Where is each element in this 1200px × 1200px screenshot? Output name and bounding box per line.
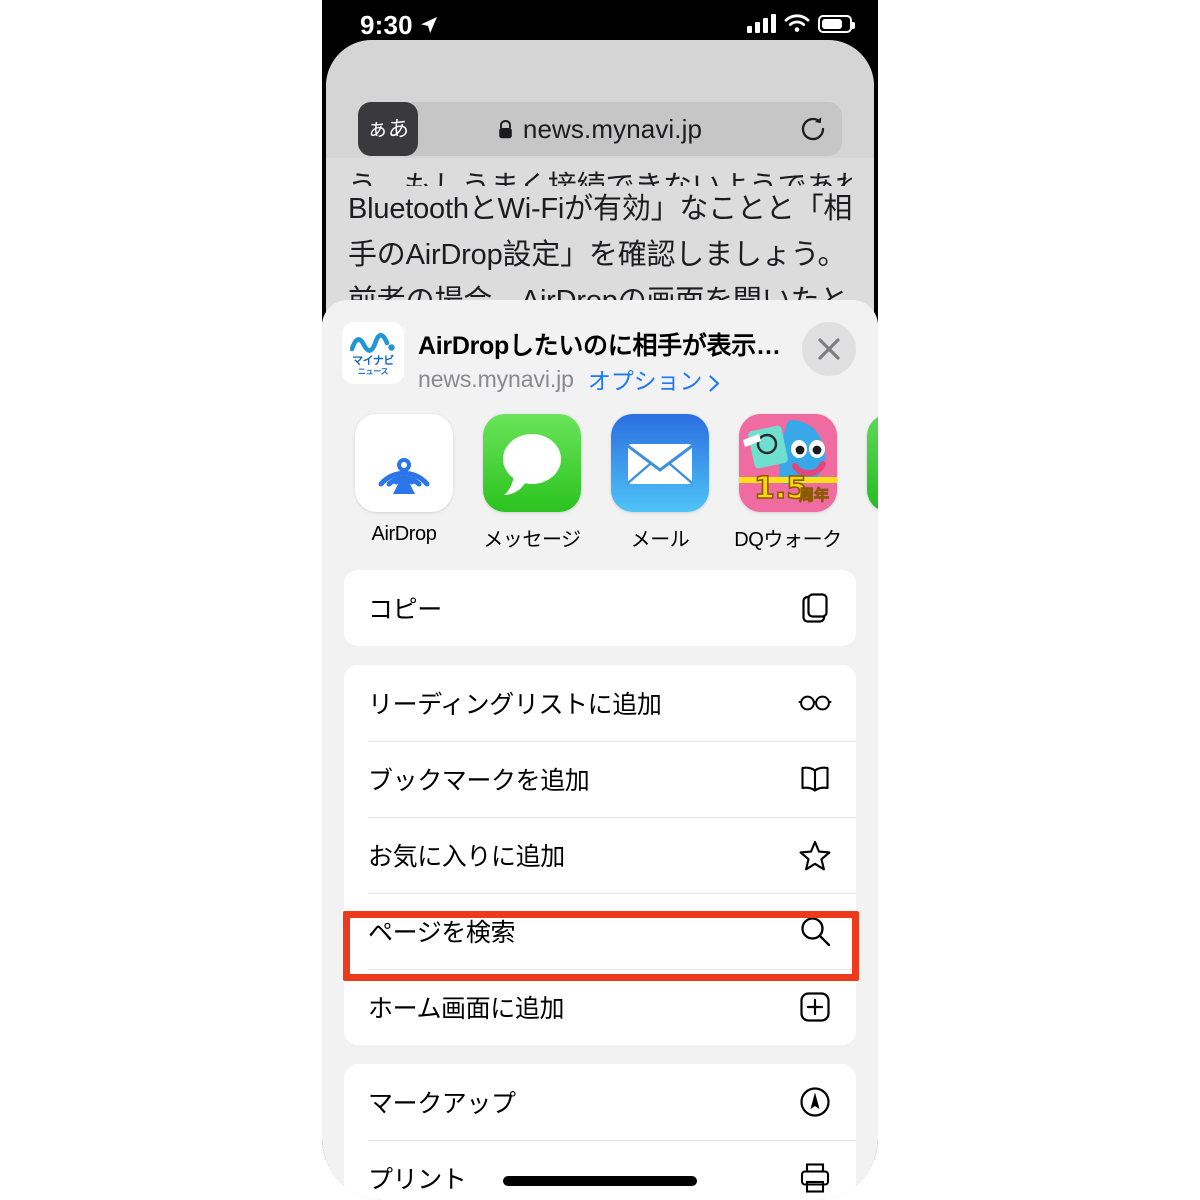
action-label: マークアップ bbox=[368, 1090, 516, 1118]
url-bar[interactable]: ぁあ news.mynavi.jp bbox=[358, 102, 842, 156]
home-indicator[interactable] bbox=[503, 1176, 697, 1186]
url-display[interactable]: news.mynavi.jp bbox=[358, 102, 842, 156]
action-label: お気に入りに追加 bbox=[368, 843, 565, 871]
mail-icon bbox=[611, 414, 709, 512]
share-app-dq-walk[interactable]: 1.5 周年 DQウォーク bbox=[724, 404, 852, 552]
share-app-messages[interactable]: メッセージ bbox=[468, 404, 596, 552]
share-options-button[interactable]: オプション bbox=[588, 362, 721, 396]
screenshot-canvas: ぁあ news.mynavi.jp BluetoothとWi-Fiが有効」なこと… bbox=[0, 0, 1200, 1200]
messages-icon bbox=[483, 414, 581, 512]
close-icon bbox=[817, 337, 841, 361]
search-icon bbox=[798, 914, 832, 948]
action-row-find-on-page[interactable]: ページを検索 bbox=[344, 893, 856, 969]
printer-icon bbox=[798, 1161, 832, 1195]
share-app-label: メッセージ bbox=[483, 529, 581, 551]
action-row-markup[interactable]: マークアップ bbox=[344, 1064, 856, 1140]
page-text-line: BluetoothとWi-Fiが有効」なことと「相 bbox=[348, 193, 853, 225]
action-label: ページを検索 bbox=[368, 919, 516, 947]
action-group: コピー bbox=[344, 570, 856, 646]
share-sheet-title: AirDropしたいのに相手が表示されませ… bbox=[418, 332, 798, 360]
safari-toolbar: ぁあ news.mynavi.jp bbox=[326, 40, 874, 158]
share-app-label: AirDrop bbox=[371, 523, 437, 545]
share-sheet-header: マイナビ ニュース AirDropしたいのに相手が表示されませ… news.my… bbox=[322, 300, 878, 404]
battery-icon bbox=[818, 15, 855, 33]
svg-text:周年: 周年 bbox=[799, 486, 829, 504]
status-time: 9:30 bbox=[360, 10, 413, 40]
share-sheet-subtitle-row: news.mynavi.jp オプション bbox=[418, 362, 720, 396]
mynavi-news-favicon: マイナビ ニュース bbox=[342, 322, 404, 384]
green-app-icon bbox=[867, 414, 878, 512]
phone-device-frame: ぁあ news.mynavi.jp BluetoothとWi-Fiが有効」なこと… bbox=[322, 0, 878, 1200]
action-label: リーディングリストに追加 bbox=[368, 691, 662, 719]
share-app-label: DQウォーク bbox=[734, 529, 842, 551]
star-icon bbox=[798, 838, 832, 872]
close-button[interactable] bbox=[802, 322, 856, 376]
mynavi-logo-mark bbox=[349, 332, 396, 354]
action-label: ブックマークを追加 bbox=[368, 767, 590, 795]
share-sheet: マイナビ ニュース AirDropしたいのに相手が表示されませ… news.my… bbox=[322, 300, 878, 1200]
share-sheet-domain: news.mynavi.jp bbox=[418, 365, 574, 392]
share-app-airdrop[interactable]: AirDrop bbox=[340, 404, 468, 546]
page-text-line: 手のAirDrop設定」を確認しましょう。 bbox=[348, 239, 847, 271]
share-app-row[interactable]: AirDrop メッセージ メール 1.5 周年 DQウォーク bbox=[322, 404, 878, 560]
share-action-area: コピー リーディングリストに追加 ブックマークを追加 お気に入りに追加 ページを… bbox=[322, 560, 878, 1200]
copy-icon bbox=[798, 591, 832, 625]
page-text-line: う。もしうまく接続できないようであれば、「自分の bbox=[348, 164, 852, 186]
share-options-label: オプション bbox=[587, 368, 703, 394]
share-app-green[interactable]: W bbox=[852, 404, 878, 546]
action-row-print[interactable]: プリント bbox=[344, 1140, 856, 1200]
action-row-add-bookmark[interactable]: ブックマークを追加 bbox=[344, 741, 856, 817]
share-app-label: メール bbox=[630, 529, 690, 551]
favicon-word-primary: マイナビ bbox=[352, 354, 394, 367]
action-label: ホーム画面に追加 bbox=[368, 995, 565, 1023]
reload-icon[interactable] bbox=[800, 116, 826, 142]
action-row-add-favorite[interactable]: お気に入りに追加 bbox=[344, 817, 856, 893]
airdrop-icon bbox=[355, 414, 453, 512]
share-app-mail[interactable]: メール bbox=[596, 404, 724, 552]
glasses-icon bbox=[798, 686, 832, 720]
cellular-signal-icon bbox=[747, 13, 776, 33]
action-row-reading-list[interactable]: リーディングリストに追加 bbox=[344, 665, 856, 741]
action-row-add-to-home[interactable]: ホーム画面に追加 bbox=[344, 969, 856, 1045]
url-text: news.mynavi.jp bbox=[522, 113, 703, 144]
book-icon bbox=[798, 762, 832, 796]
chevron-right-icon bbox=[709, 371, 720, 392]
location-arrow-icon bbox=[420, 16, 438, 34]
lock-icon bbox=[498, 119, 513, 139]
markup-icon bbox=[798, 1085, 832, 1119]
dq-walk-icon: 1.5 周年 bbox=[739, 414, 837, 512]
action-label: コピー bbox=[368, 596, 442, 624]
favicon-word-secondary: ニュース bbox=[357, 366, 389, 376]
action-group: リーディングリストに追加 ブックマークを追加 お気に入りに追加 ページを検索 ホ… bbox=[344, 665, 856, 1045]
action-row-copy[interactable]: コピー bbox=[344, 570, 856, 646]
status-indicators bbox=[747, 13, 855, 33]
wifi-icon bbox=[784, 13, 810, 33]
status-bar: 9:30 bbox=[322, 0, 878, 52]
add-to-home-icon bbox=[798, 990, 832, 1024]
